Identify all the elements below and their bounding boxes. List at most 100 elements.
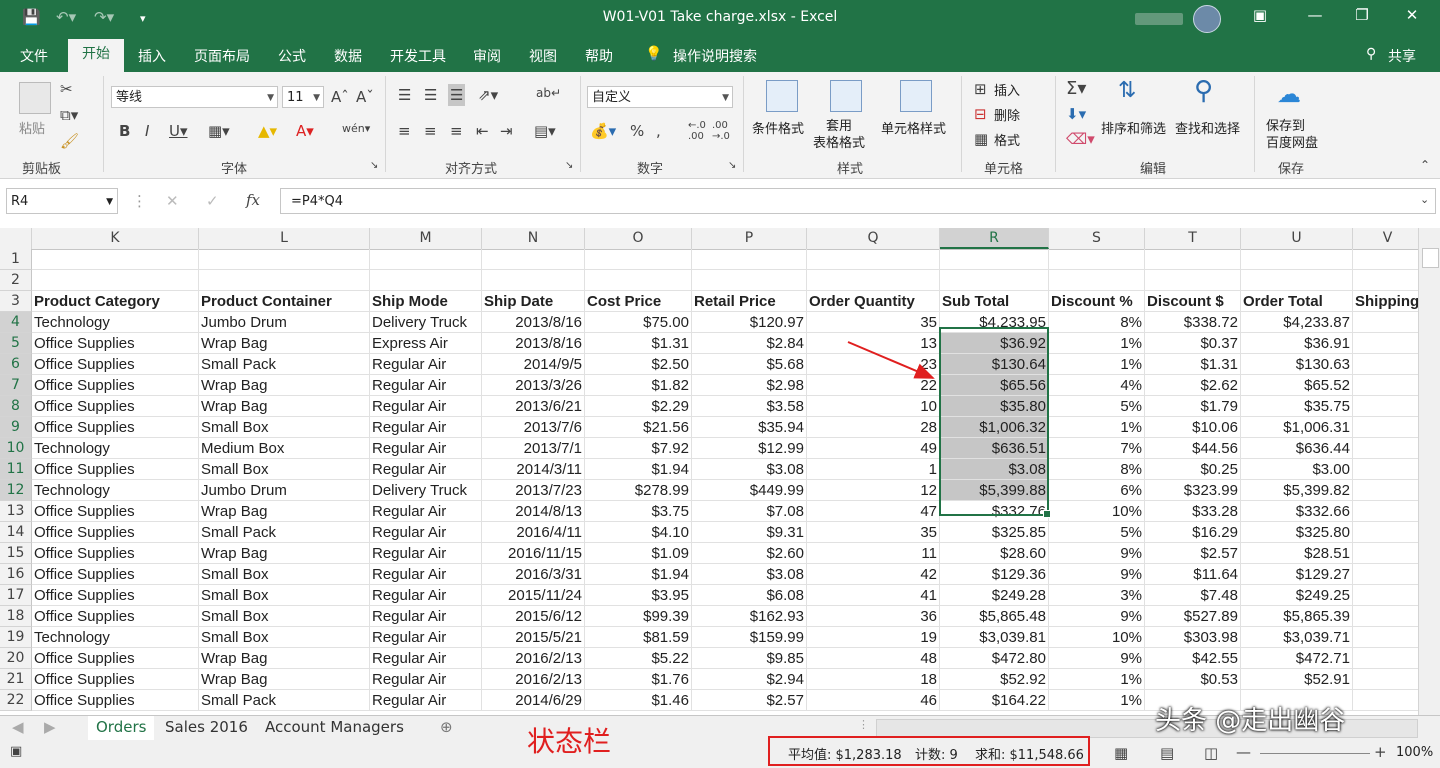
- cell[interactable]: $10.06: [1145, 417, 1241, 438]
- cell[interactable]: $33.28: [1145, 501, 1241, 522]
- fill-color-icon[interactable]: ▲▾: [258, 122, 277, 140]
- cell[interactable]: 2015/5/21: [482, 627, 585, 648]
- cell[interactable]: $3.08: [692, 564, 807, 585]
- cell[interactable]: Regular Air: [370, 396, 482, 417]
- cell[interactable]: $449.99: [692, 480, 807, 501]
- cell[interactable]: $0.37: [1145, 333, 1241, 354]
- paste-button[interactable]: 粘贴: [19, 118, 45, 137]
- cell[interactable]: [1353, 480, 1418, 501]
- cut-icon[interactable]: ✂: [60, 80, 73, 98]
- prev-sheet-icon[interactable]: ◀: [12, 718, 24, 736]
- alignment-launcher-icon[interactable]: ↘: [565, 160, 573, 171]
- decrease-decimal-icon[interactable]: .00 →.0: [712, 120, 730, 142]
- cell[interactable]: Office Supplies: [32, 501, 199, 522]
- column-header-k[interactable]: K: [32, 228, 199, 249]
- number-launcher-icon[interactable]: ↘: [728, 160, 736, 171]
- cell[interactable]: $1.82: [585, 375, 692, 396]
- cell[interactable]: $2.84: [692, 333, 807, 354]
- cell[interactable]: 35: [807, 312, 940, 333]
- cell[interactable]: Wrap Bag: [199, 543, 370, 564]
- cell[interactable]: [199, 249, 370, 270]
- cell[interactable]: 1%: [1049, 333, 1145, 354]
- cell[interactable]: 2015/11/24: [482, 585, 585, 606]
- cell[interactable]: $65.56: [940, 375, 1049, 396]
- cell[interactable]: Office Supplies: [32, 669, 199, 690]
- cell[interactable]: Small Box: [199, 417, 370, 438]
- cell[interactable]: $1.31: [585, 333, 692, 354]
- cell[interactable]: [1353, 648, 1418, 669]
- cell[interactable]: [585, 270, 692, 291]
- cell[interactable]: 28: [807, 417, 940, 438]
- share-icon[interactable]: ⚲: [1366, 46, 1376, 62]
- cell[interactable]: Regular Air: [370, 669, 482, 690]
- cell[interactable]: Jumbo Drum: [199, 480, 370, 501]
- accounting-format-icon[interactable]: 💰▾: [590, 122, 616, 140]
- cell[interactable]: Technology: [32, 438, 199, 459]
- cell[interactable]: 9%: [1049, 543, 1145, 564]
- fill-icon[interactable]: ⬇▾: [1066, 105, 1086, 123]
- cell[interactable]: $2.57: [1145, 543, 1241, 564]
- sheet-tab-orders[interactable]: Orders: [88, 716, 155, 742]
- cell[interactable]: $278.99: [585, 480, 692, 501]
- cell[interactable]: 2016/4/11: [482, 522, 585, 543]
- scroll-thumb[interactable]: [1422, 248, 1439, 268]
- column-header-t[interactable]: T: [1145, 228, 1241, 249]
- cell[interactable]: Wrap Bag: [199, 396, 370, 417]
- cell[interactable]: Regular Air: [370, 585, 482, 606]
- cell[interactable]: 22: [807, 375, 940, 396]
- cell[interactable]: Wrap Bag: [199, 648, 370, 669]
- cell[interactable]: 2016/2/13: [482, 648, 585, 669]
- row-header[interactable]: 6: [0, 354, 32, 375]
- cell[interactable]: $249.25: [1241, 585, 1353, 606]
- cell[interactable]: [1353, 354, 1418, 375]
- column-header-r[interactable]: R: [940, 228, 1049, 249]
- cell[interactable]: $28.60: [940, 543, 1049, 564]
- cell[interactable]: $21.56: [585, 417, 692, 438]
- cell[interactable]: Regular Air: [370, 690, 482, 711]
- cell[interactable]: [940, 249, 1049, 270]
- cell[interactable]: Wrap Bag: [199, 501, 370, 522]
- cell[interactable]: [1353, 312, 1418, 333]
- cell[interactable]: $3,039.71: [1241, 627, 1353, 648]
- cell[interactable]: $325.85: [940, 522, 1049, 543]
- row-header[interactable]: 2: [0, 270, 32, 291]
- cell[interactable]: Shipping: [1353, 291, 1418, 312]
- cell[interactable]: $0.25: [1145, 459, 1241, 480]
- cell[interactable]: Regular Air: [370, 354, 482, 375]
- row-header[interactable]: 9: [0, 417, 32, 438]
- tab-insert[interactable]: 插入: [138, 46, 166, 66]
- cell[interactable]: Regular Air: [370, 564, 482, 585]
- comma-style-icon[interactable]: ,: [656, 122, 661, 140]
- formula-more-icon[interactable]: ⋮: [132, 192, 147, 210]
- cell[interactable]: Office Supplies: [32, 690, 199, 711]
- cell[interactable]: Regular Air: [370, 501, 482, 522]
- cell[interactable]: $130.64: [940, 354, 1049, 375]
- cell[interactable]: 2014/3/11: [482, 459, 585, 480]
- cell[interactable]: $7.92: [585, 438, 692, 459]
- format-as-table-button[interactable]: 套用 表格格式: [813, 118, 865, 152]
- cell[interactable]: $2.57: [692, 690, 807, 711]
- row-header[interactable]: 18: [0, 606, 32, 627]
- zoom-slider[interactable]: [1260, 753, 1370, 754]
- page-break-view-icon[interactable]: ◫: [1204, 744, 1218, 762]
- cell[interactable]: Regular Air: [370, 627, 482, 648]
- font-name-select[interactable]: 等线 ▼: [111, 86, 278, 108]
- cell[interactable]: $3,039.81: [940, 627, 1049, 648]
- cell[interactable]: [1353, 459, 1418, 480]
- cell[interactable]: Regular Air: [370, 438, 482, 459]
- maximize-icon[interactable]: ❐: [1347, 6, 1377, 24]
- row-header[interactable]: 15: [0, 543, 32, 564]
- cell[interactable]: 48: [807, 648, 940, 669]
- cell[interactable]: $120.97: [692, 312, 807, 333]
- cell[interactable]: [1353, 501, 1418, 522]
- cell[interactable]: Product Category: [32, 291, 199, 312]
- ribbon-display-icon[interactable]: ▣: [1245, 6, 1275, 24]
- column-header-q[interactable]: Q: [807, 228, 940, 249]
- tell-me-search[interactable]: 操作说明搜索: [673, 46, 757, 66]
- column-header-n[interactable]: N: [482, 228, 585, 249]
- cell[interactable]: Discount $: [1145, 291, 1241, 312]
- merge-center-icon[interactable]: ▤▾: [534, 122, 556, 140]
- save-to-baidu-button[interactable]: 保存到 百度网盘: [1266, 118, 1318, 152]
- select-all-corner[interactable]: [0, 228, 32, 249]
- cell[interactable]: 2016/3/31: [482, 564, 585, 585]
